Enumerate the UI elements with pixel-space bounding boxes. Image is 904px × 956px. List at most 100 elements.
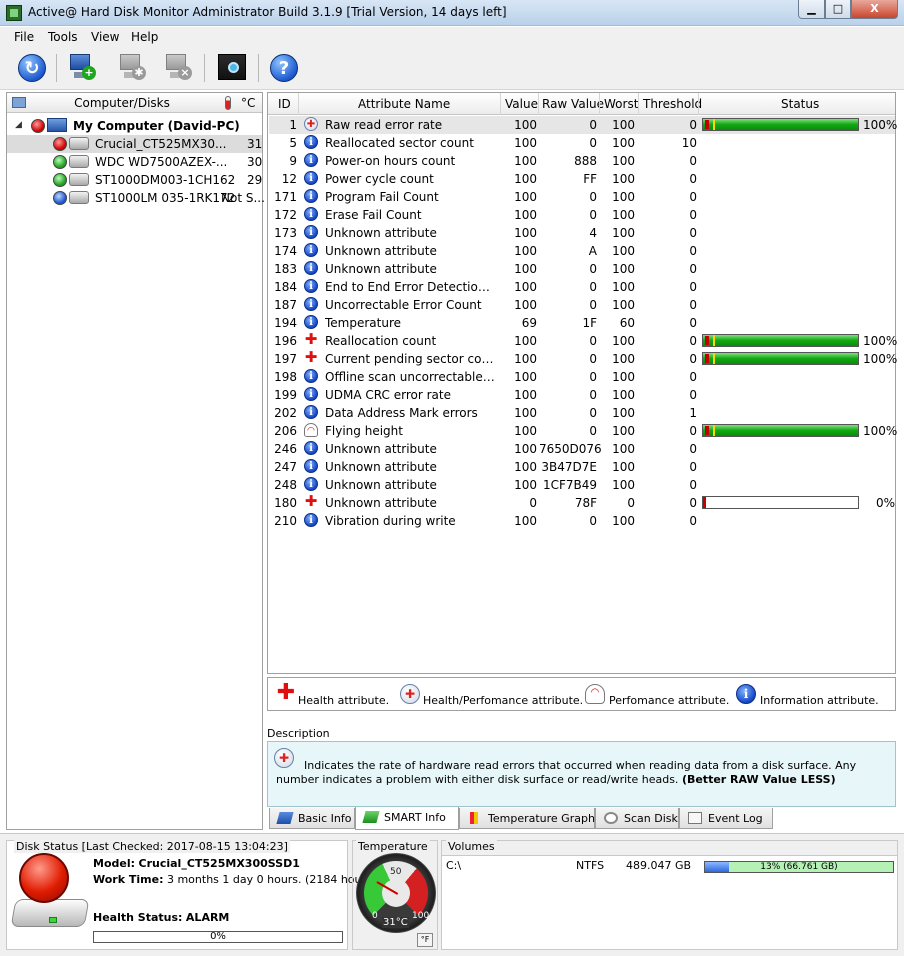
title-bar[interactable]: Active@ Hard Disk Monitor Administrator … — [0, 0, 904, 26]
table-row[interactable]: 174 i Unknown attribute 100 A 100 0 — [269, 242, 895, 260]
status-bar — [702, 424, 859, 437]
attribute-threshold: 0 — [689, 190, 697, 204]
tree-item-disk[interactable]: Crucial_CT525MX30... 31 — [7, 135, 262, 153]
tab-smart-info[interactable]: SMART Info — [355, 807, 459, 830]
collapse-icon[interactable]: ◢ — [15, 120, 22, 130]
tree-item-disk[interactable]: WDC WD7500AZEX-... 30 — [7, 153, 262, 171]
table-row[interactable]: 171 i Program Fail Count 100 0 100 0 — [269, 188, 895, 206]
computer-disks-header[interactable]: Computer/Disks °C — [7, 93, 262, 113]
fahrenheit-toggle-button[interactable]: °F — [417, 933, 433, 947]
table-row[interactable]: 198 i Offline scan uncorrectable cou... 100… — [269, 368, 895, 386]
table-row[interactable]: 210 i Vibration during write 100 0 100 0 — [269, 512, 895, 530]
remove-computer-button[interactable]: × — [162, 52, 194, 84]
tab-event-log[interactable]: Event Log — [679, 808, 773, 829]
preferences-button[interactable] — [216, 52, 248, 84]
table-row[interactable]: 12 i Power cycle count 100 FF 100 0 — [269, 170, 895, 188]
attribute-value: 100 — [514, 172, 537, 186]
attribute-name: Reallocation count — [325, 334, 437, 348]
table-row[interactable]: 246 i Unknown attribute 100 7650D076 100 0 — [269, 440, 895, 458]
attribute-threshold: 0 — [689, 280, 697, 294]
legend-health: Health attribute. — [298, 694, 390, 707]
attribute-value: 100 — [514, 370, 537, 384]
menu-file[interactable]: File — [14, 30, 34, 44]
table-row[interactable]: 248 i Unknown attribute 100 1CF7B49 100 0 — [269, 476, 895, 494]
attribute-name: Unknown attribute — [325, 244, 437, 258]
attribute-threshold: 0 — [689, 154, 697, 168]
close-button[interactable]: X — [851, 0, 898, 19]
attribute-id: 5 — [289, 136, 297, 150]
table-row[interactable]: 1 ✚ Raw read error rate 100 0 100 0 100% — [269, 116, 897, 134]
table-row[interactable]: 183 i Unknown attribute 100 0 100 0 — [269, 260, 895, 278]
table-row[interactable]: 172 i Erase Fail Count 100 0 100 0 — [269, 206, 895, 224]
table-row[interactable]: 173 i Unknown attribute 100 4 100 0 — [269, 224, 895, 242]
column-status[interactable]: Status — [781, 97, 819, 111]
table-row[interactable]: 180 ✚ Unknown attribute 0 78F 0 0 0% — [269, 494, 895, 512]
attribute-value: 100 — [514, 424, 537, 438]
table-row[interactable]: 187 i Uncorrectable Error Count 100 0 100 0 — [269, 296, 895, 314]
menu-tools[interactable]: Tools — [48, 30, 78, 44]
list-item[interactable]: C:\ NTFS 489.047 GB 13% (66.761 GB) — [442, 856, 897, 876]
attribute-id: 196 — [274, 334, 297, 348]
attribute-threshold: 0 — [689, 352, 697, 366]
status-percent: 0% — [875, 496, 895, 510]
table-row[interactable]: 202 i Data Address Mark errors 100 0 100 1 — [269, 404, 895, 422]
table-row[interactable]: 199 i UDMA CRC error rate 100 0 100 0 — [269, 386, 895, 404]
ok-status-icon — [53, 173, 67, 187]
column-value[interactable]: Value — [505, 97, 538, 111]
table-row[interactable]: 9 i Power-on hours count 100 888 100 0 — [269, 152, 895, 170]
attribute-value: 100 — [514, 208, 537, 222]
table-row[interactable]: 197 ✚ Current pending sector count 100 0 100 0… — [269, 350, 897, 368]
minimize-button[interactable]: ▁ — [798, 0, 825, 19]
information-attribute-icon: i — [304, 477, 318, 491]
attribute-threshold: 0 — [689, 226, 697, 240]
add-computer-button[interactable]: + — [66, 52, 98, 84]
tab-temperature-graph[interactable]: Temperature Graph — [459, 808, 595, 829]
attribute-threshold: 0 — [689, 118, 697, 132]
table-row[interactable]: 184 i End to End Error Detection Co... 100 0… — [269, 278, 895, 296]
volume-name: C:\ — [446, 859, 462, 872]
table-row[interactable]: 206 ◠ Flying height 100 0 100 0 100% — [269, 422, 897, 440]
menu-help[interactable]: Help — [131, 30, 158, 44]
attribute-id: 1 — [289, 118, 297, 132]
column-worst[interactable]: Worst — [604, 97, 638, 111]
table-row[interactable]: 5 i Reallocated sector count 100 0 100 10 — [269, 134, 895, 152]
column-raw-value[interactable]: Raw Value — [542, 97, 604, 111]
volume-usage-label: 13% (66.761 GB) — [760, 862, 838, 872]
status-bar — [702, 334, 859, 347]
health-attribute-icon: ✚ — [304, 330, 318, 348]
tab-scan-disk[interactable]: Scan Disk — [595, 808, 679, 829]
tree-item-disk[interactable]: ST1000LM 035-1RK172 Not S... — [7, 189, 265, 207]
computer-settings-button[interactable]: ✱ — [116, 52, 148, 84]
temperature-gauge: 50 0 100 31°C — [356, 853, 436, 933]
attribute-worst: 100 — [612, 190, 635, 204]
column-attribute-name[interactable]: Attribute Name — [358, 97, 450, 111]
health-status-line: Health Status: ALARM — [93, 911, 230, 924]
attribute-id: 173 — [274, 226, 297, 240]
information-attribute-icon: i — [304, 225, 318, 239]
tab-basic-info[interactable]: Basic Info — [269, 808, 355, 829]
maximize-button[interactable]: □ — [825, 0, 851, 19]
tree-item-disk[interactable]: ST1000DM003-1CH162 29 — [7, 171, 262, 189]
table-row[interactable]: 196 ✚ Reallocation count 100 0 100 0 100% — [269, 330, 897, 350]
attribute-name: Offline scan uncorrectable cou... — [325, 370, 497, 384]
thermometer-icon — [225, 96, 231, 110]
refresh-button[interactable]: ↻ — [16, 52, 48, 84]
menu-view[interactable]: View — [91, 30, 119, 44]
information-attribute-icon: i — [304, 261, 318, 275]
attribute-raw-value: 78F — [574, 496, 597, 510]
attribute-value: 100 — [514, 244, 537, 258]
table-row[interactable]: 247 i Unknown attribute 100 3B47D7E 100 0 — [269, 458, 895, 476]
column-id[interactable]: ID — [278, 97, 291, 111]
attribute-worst: 100 — [612, 226, 635, 240]
attribute-worst: 100 — [612, 334, 635, 348]
attribute-worst: 100 — [612, 298, 635, 312]
table-row[interactable]: 194 i Temperature 69 1F 60 0 — [269, 314, 895, 332]
column-threshold[interactable]: Threshold — [643, 97, 702, 111]
help-button[interactable]: ? — [268, 52, 300, 84]
information-attribute-icon: i — [304, 207, 318, 221]
tree-item-computer[interactable]: ◢ My Computer (David-PC) — [7, 117, 262, 135]
information-attribute-icon: i — [304, 405, 318, 419]
attribute-value: 100 — [514, 226, 537, 240]
performance-attribute-icon: ◠ — [585, 684, 605, 704]
attribute-threshold: 10 — [681, 136, 697, 150]
